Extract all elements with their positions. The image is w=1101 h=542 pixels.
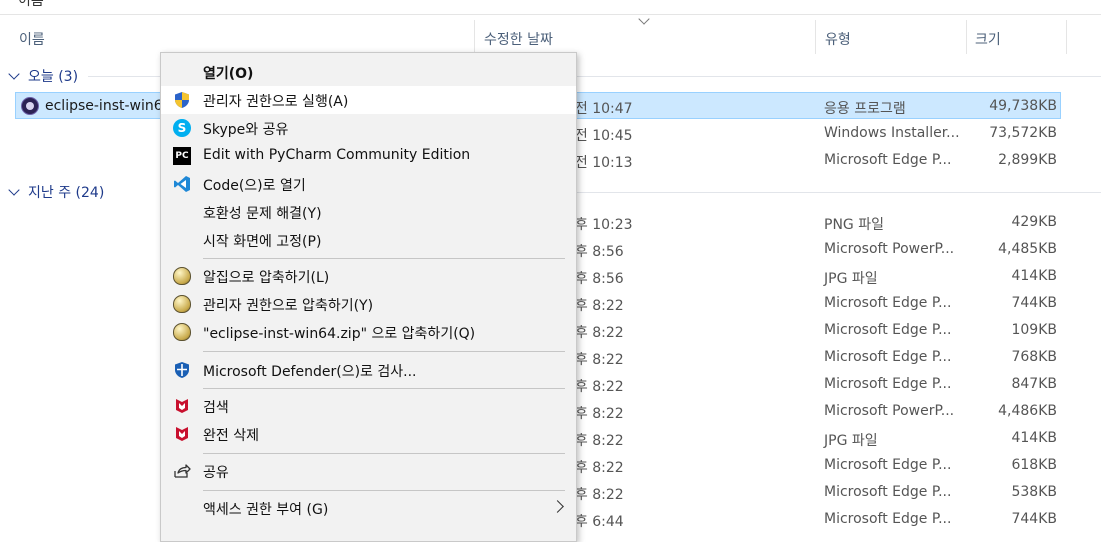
menu-item-alzip-compress[interactable]: 알집으로 압축하기(L) <box>161 262 576 290</box>
menu-item-label: 호환성 문제 해결(Y) <box>203 206 322 222</box>
menu-item-troubleshoot[interactable]: 호환성 문제 해결(Y) <box>161 198 576 226</box>
file-type: Microsoft Edge P... <box>824 349 952 365</box>
column-header-name[interactable]: 이름 <box>19 29 45 49</box>
file-type: Microsoft Edge P... <box>824 322 952 338</box>
file-size: 49,738KB <box>989 98 1057 114</box>
menu-item-label: Edit with PyCharm Community Edition <box>203 147 471 163</box>
pycharm-icon: PC <box>173 147 191 165</box>
skype-icon: S <box>173 119 191 137</box>
eclipse-installer-icon <box>21 97 39 115</box>
uac-shield-icon <box>175 92 189 108</box>
menu-item-label: "eclipse-inst-win64.zip" 으로 압축하기(Q) <box>203 326 476 342</box>
file-size: 768KB <box>1011 349 1057 365</box>
file-size: 414KB <box>1011 430 1057 446</box>
menu-item-search[interactable]: 검색 <box>161 392 576 420</box>
menu-item-admin-compress[interactable]: 관리자 권한으로 압축하기(Y) <box>161 290 576 318</box>
menu-item-label: 관리자 권한으로 실행(A) <box>203 94 349 110</box>
menu-item-compress-to-zip[interactable]: "eclipse-inst-win64.zip" 으로 압축하기(Q) <box>161 318 576 346</box>
submenu-arrow-icon <box>551 500 564 513</box>
file-size: 2,899KB <box>998 152 1057 168</box>
menu-item-pin-start[interactable]: 시작 화면에 고정(P) <box>161 226 576 254</box>
file-type: Microsoft Edge P... <box>824 295 952 311</box>
column-separator[interactable] <box>815 20 816 54</box>
alzip-icon <box>173 267 191 285</box>
menu-separator <box>203 490 565 491</box>
menu-item-label: Code(으)로 열기 <box>203 178 306 194</box>
file-type: Microsoft Edge P... <box>824 511 952 527</box>
menu-item-label: 관리자 권한으로 압축하기(Y) <box>203 298 374 314</box>
menu-separator <box>203 388 565 389</box>
file-type: JPG 파일 <box>824 433 878 449</box>
group-divider <box>577 192 1101 193</box>
mcafee-icon <box>176 427 188 441</box>
column-separator[interactable] <box>966 20 967 54</box>
column-header-date[interactable]: 수정한 날짜 <box>484 29 553 49</box>
menu-item-label: 공유 <box>203 465 229 481</box>
column-header-type[interactable]: 유형 <box>825 29 851 49</box>
column-separator[interactable] <box>474 20 475 54</box>
file-size: 429KB <box>1011 214 1057 230</box>
alzip-admin-icon <box>173 295 191 313</box>
header-top-divider <box>0 14 1101 15</box>
file-type: Microsoft Edge P... <box>824 376 952 392</box>
defender-icon <box>175 362 189 378</box>
file-size: 73,572KB <box>989 125 1057 141</box>
menu-item-label: 알집으로 압축하기(L) <box>203 270 330 286</box>
file-size: 4,486KB <box>998 403 1057 419</box>
column-header-size[interactable]: 크기 <box>975 29 1001 49</box>
menu-item-label: 완전 삭제 <box>203 428 259 444</box>
menu-item-give-access[interactable]: 액세스 권한 부여 (G) <box>161 494 576 522</box>
menu-item-label: 시작 화면에 고정(P) <box>203 234 322 250</box>
menu-item-pycharm-edit[interactable]: PC Edit with PyCharm Community Edition <box>161 142 576 170</box>
file-type: Microsoft PowerP... <box>824 241 955 257</box>
group-label: 오늘 (3) <box>28 69 79 85</box>
file-name[interactable]: eclipse-inst-win64 <box>45 98 172 114</box>
context-menu: 열기(O) 관리자 권한으로 실행(A) S Skype와 공유 PC Edit… <box>160 52 577 542</box>
share-icon <box>174 464 191 478</box>
file-size: 414KB <box>1011 268 1057 284</box>
column-separator[interactable] <box>1066 20 1067 54</box>
menu-item-code-open[interactable]: Code(으)로 열기 <box>161 170 576 198</box>
header-cut-label: 이름 <box>18 0 44 9</box>
menu-item-label: 액세스 권한 부여 (G) <box>203 502 329 518</box>
sort-chevron-icon[interactable] <box>638 13 650 25</box>
chevron-down-icon <box>8 68 20 80</box>
file-size: 109KB <box>1011 322 1057 338</box>
menu-item-label: Microsoft Defender(으)로 검사... <box>203 364 417 380</box>
menu-item-shred[interactable]: 완전 삭제 <box>161 420 576 448</box>
file-type: JPG 파일 <box>824 271 878 287</box>
alzip-icon <box>173 323 191 341</box>
menu-item-run-as-admin[interactable]: 관리자 권한으로 실행(A) <box>161 86 576 114</box>
file-size: 744KB <box>1011 511 1057 527</box>
menu-item-label: 열기(O) <box>203 66 254 82</box>
file-type: Microsoft Edge P... <box>824 457 952 473</box>
vscode-icon <box>174 176 190 192</box>
menu-item-share[interactable]: 공유 <box>161 457 576 485</box>
menu-separator <box>203 258 565 259</box>
menu-item-skype-share[interactable]: S Skype와 공유 <box>161 114 576 142</box>
file-type: Microsoft Edge P... <box>824 484 952 500</box>
file-type: Microsoft Edge P... <box>824 152 952 168</box>
group-label: 지난 주 (24) <box>28 185 105 201</box>
menu-item-label: 검색 <box>203 400 229 416</box>
chevron-down-icon <box>8 184 20 196</box>
file-size: 4,485KB <box>998 241 1057 257</box>
file-type: Microsoft PowerP... <box>824 403 955 419</box>
group-header-last-week[interactable]: 지난 주 (24) <box>8 182 104 202</box>
menu-separator <box>203 351 565 352</box>
file-type: PNG 파일 <box>824 217 884 233</box>
mcafee-icon <box>176 399 188 413</box>
group-header-today[interactable]: 오늘 (3) <box>8 66 78 86</box>
menu-item-open[interactable]: 열기(O) <box>161 58 576 86</box>
file-type: 응용 프로그램 <box>824 101 906 117</box>
menu-item-label: Skype와 공유 <box>203 122 289 138</box>
file-size: 538KB <box>1011 484 1057 500</box>
file-size: 618KB <box>1011 457 1057 473</box>
file-size: 744KB <box>1011 295 1057 311</box>
file-size: 847KB <box>1011 376 1057 392</box>
menu-item-defender-scan[interactable]: Microsoft Defender(으)로 검사... <box>161 356 576 384</box>
menu-separator <box>203 453 565 454</box>
